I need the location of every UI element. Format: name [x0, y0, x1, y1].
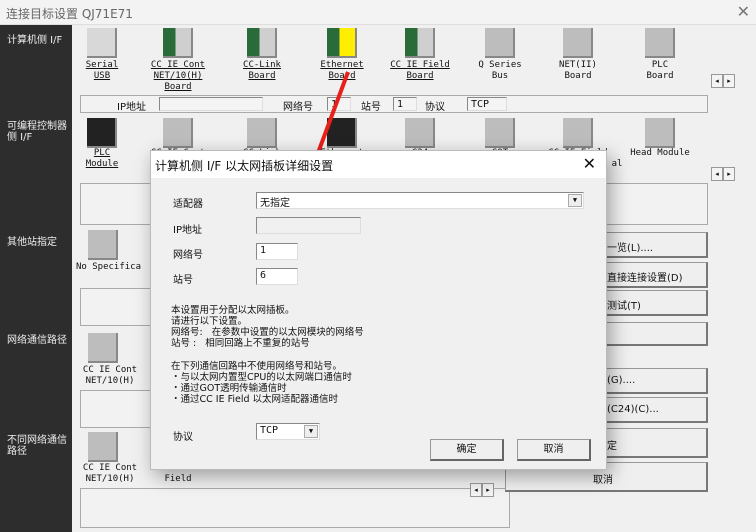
adapter-value: 无指定 — [260, 198, 290, 209]
dialog-title: 计算机侧 I/F 以太网插板详细设置 — [155, 159, 334, 173]
dialog-station-label: 站号 — [173, 275, 193, 286]
chevron-down-icon: ▼ — [568, 194, 582, 207]
adapter-label: 适配器 — [173, 199, 203, 210]
protocol-select[interactable]: TCP ▼ — [256, 423, 320, 440]
dialog-net-input[interactable]: 1 — [256, 243, 298, 260]
protocol-select-value: TCP — [260, 425, 279, 436]
chevron-down-icon: ▼ — [304, 425, 318, 438]
dialog-protocol-label: 协议 — [173, 432, 193, 443]
dialog-ip-input — [256, 217, 361, 234]
dialog-note-1: 本设置用于分配以太网插板。 请进行以下设置。 网络号: 在参数中设置的以太网模块… — [171, 305, 364, 349]
cancel-button[interactable]: 取消 — [517, 439, 591, 461]
dialog-close-button[interactable]: ✕ — [583, 154, 596, 173]
ethernet-board-settings-dialog: 计算机侧 I/F 以太网插板详细设置 ✕ 适配器 无指定 ▼ IP地址 网络号 1… — [150, 150, 607, 470]
dialog-net-label: 网络号 — [173, 250, 203, 261]
dialog-ip-label: IP地址 — [173, 225, 202, 236]
adapter-select[interactable]: 无指定 ▼ — [256, 192, 584, 209]
dialog-titlebar: 计算机侧 I/F 以太网插板详细设置 ✕ — [151, 151, 606, 178]
dialog-station-input[interactable]: 6 — [256, 268, 298, 285]
dialog-note-2: 在下列通信回路中不使用网络号和站号。 ・与以太网内置型CPU的以太网端口通信时 … — [171, 361, 352, 405]
ok-button[interactable]: 确定 — [430, 439, 504, 461]
